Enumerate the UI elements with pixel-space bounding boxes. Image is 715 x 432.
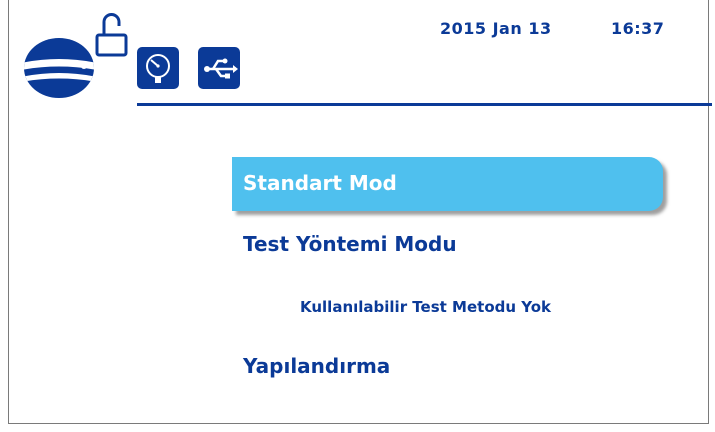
pressure-gauge-icon — [137, 47, 179, 89]
menu-item-standart-mod-label: Standart Mod — [243, 171, 397, 195]
test-method-info-text: Kullanılabilir Test Metodu Yok — [300, 298, 552, 316]
logo-icon — [24, 38, 94, 98]
date-display: 2015 Jan 13 — [440, 19, 552, 38]
menu-item-yapilandirma[interactable]: Yapılandırma — [243, 354, 390, 378]
menu-item-test-yontemi-modu[interactable]: Test Yöntemi Modu — [243, 232, 457, 256]
header-divider — [137, 103, 712, 106]
usb-icon — [198, 47, 240, 89]
time-display: 16:37 — [611, 19, 665, 38]
unlocked-padlock-icon — [95, 13, 128, 57]
